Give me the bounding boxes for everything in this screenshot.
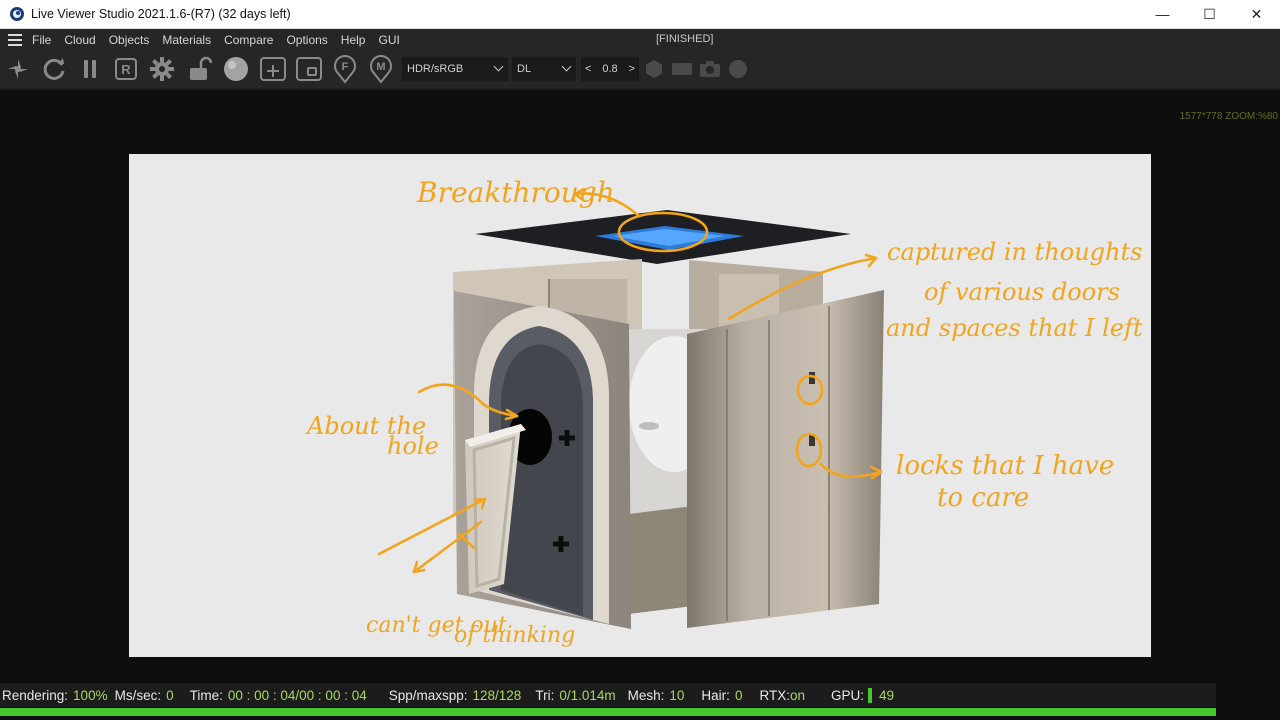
tonemap-select[interactable]: HDR/sRGB xyxy=(402,57,508,81)
rendered-scene: Breakthrough captured in thoughts of var… xyxy=(305,176,1143,648)
film-icon[interactable] xyxy=(667,54,697,84)
app-logo-icon xyxy=(10,7,24,21)
annotation-locks-1: locks that I have xyxy=(896,451,1114,481)
time-value: 00 : 00 : 04/00 : 00 : 04 xyxy=(227,687,367,703)
menu-options[interactable]: Options xyxy=(286,33,327,47)
hair-value: 0 xyxy=(734,687,743,703)
close-button[interactable]: ✕ xyxy=(1233,0,1280,29)
rtx-value: on xyxy=(789,687,805,703)
tri-label: Tri: xyxy=(535,687,555,703)
gpu-usage-bar xyxy=(868,687,873,703)
ms-value: 0 xyxy=(166,687,174,703)
circle-icon[interactable] xyxy=(723,54,753,84)
svg-text:F: F xyxy=(342,61,349,73)
camera-icon[interactable] xyxy=(695,54,725,84)
render-progress-bar xyxy=(0,708,1216,716)
gpu-value: 49 xyxy=(879,687,895,703)
annotation-cant-2: of thinking xyxy=(454,623,575,648)
minimize-button[interactable]: — xyxy=(1139,0,1186,29)
stepper-value: 0.8 xyxy=(602,63,618,75)
rendering-value: 100% xyxy=(73,687,108,703)
annotation-locks-2: to care xyxy=(937,483,1029,513)
resolution-label: 1577*778 ZOOM:%80 xyxy=(1179,111,1278,122)
stepper-prev-button[interactable]: < xyxy=(585,63,591,75)
tonemap-value: HDR/sRGB xyxy=(407,63,464,75)
render-status: [FINISHED] xyxy=(656,33,714,45)
maximize-button[interactable]: ☐ xyxy=(1186,0,1233,29)
add-region-icon[interactable] xyxy=(258,54,288,84)
rendering-label: Rendering: xyxy=(2,687,69,703)
gear-icon[interactable] xyxy=(147,54,177,84)
menu-help[interactable]: Help xyxy=(341,33,366,47)
menu-bar: File Cloud Objects Materials Compare Opt… xyxy=(0,29,1280,50)
menu-file[interactable]: File xyxy=(32,33,51,47)
unlock-icon[interactable] xyxy=(184,54,214,84)
mesh-label: Mesh: xyxy=(627,687,665,703)
annotation-about-2: hole xyxy=(387,432,439,460)
hair-label: Hair: xyxy=(701,687,730,703)
spp-label: Spp/maxspp: xyxy=(388,687,468,703)
tri-value: 0/1.014m xyxy=(559,687,616,703)
title-bar: Live Viewer Studio 2021.1.6-(R7) (32 day… xyxy=(0,0,1280,29)
right-door-panel xyxy=(687,290,884,628)
kernel-value: DL xyxy=(517,63,532,75)
mesh-value: 10 xyxy=(669,687,685,703)
annotation-captured-3: and spaces that I left xyxy=(886,314,1143,342)
svg-text:R: R xyxy=(121,62,131,77)
rtx-label: RTX: xyxy=(759,687,790,703)
chevron-down-icon xyxy=(561,61,572,72)
annotation-breakthrough: Breakthrough xyxy=(416,176,615,209)
time-label: Time: xyxy=(189,687,223,703)
status-bar: Rendering: 100% Ms/sec: 0 Time: 00 : 00 … xyxy=(0,683,1216,707)
region-icon[interactable] xyxy=(294,54,324,84)
svg-text:M: M xyxy=(376,61,385,73)
param-stepper[interactable]: < 0.8 > xyxy=(581,57,639,81)
render-viewport[interactable]: 1577*778 ZOOM:%80 Breakthrough captured … xyxy=(0,88,1280,683)
render-canvas[interactable]: Breakthrough captured in thoughts of var… xyxy=(129,154,1151,657)
kernel-select[interactable]: DL xyxy=(512,57,576,81)
menu-cloud[interactable]: Cloud xyxy=(64,33,95,47)
menu-materials[interactable]: Materials xyxy=(162,33,211,47)
window-title: Live Viewer Studio 2021.1.6-(R7) (32 day… xyxy=(31,7,291,21)
ms-label: Ms/sec: xyxy=(114,687,162,703)
stepper-next-button[interactable]: > xyxy=(629,63,635,75)
material-pin-icon[interactable]: M xyxy=(366,54,396,84)
render-spinner-icon[interactable] xyxy=(3,54,33,84)
toolbar: R F M xyxy=(0,50,1280,88)
menu-gui[interactable]: GUI xyxy=(378,33,399,47)
hexagon-icon[interactable] xyxy=(639,54,669,84)
focus-pin-icon[interactable]: F xyxy=(330,54,360,84)
chevron-down-icon xyxy=(493,61,504,72)
pause-icon[interactable] xyxy=(75,54,105,84)
refresh-icon[interactable] xyxy=(39,54,69,84)
hamburger-menu-icon[interactable] xyxy=(8,33,22,46)
ceiling-panel xyxy=(475,210,851,264)
menu-compare[interactable]: Compare xyxy=(224,33,273,47)
gpu-label: GPU: xyxy=(831,687,865,703)
menu-objects[interactable]: Objects xyxy=(109,33,150,47)
spp-value: 128/128 xyxy=(472,687,522,703)
annotation-captured-1: captured in thoughts xyxy=(887,238,1142,266)
annotation-captured-2: of various doors xyxy=(924,278,1120,306)
r-box-icon[interactable]: R xyxy=(111,54,141,84)
sphere-icon[interactable] xyxy=(221,54,251,84)
